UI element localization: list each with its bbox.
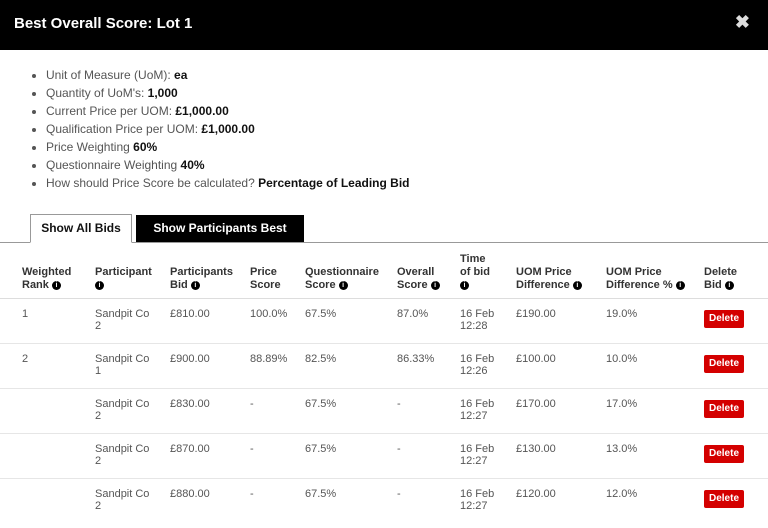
header-uom-price-difference-pct: UOM Price Difference % i — [606, 253, 704, 299]
table-row: 2 Sandpit Co 1 £900.00 88.89% 82.5% 86.33% 16 F… — [0, 343, 768, 389]
bid-cell: £810.00 — [170, 298, 250, 344]
info-qualification-price: Qualification Price per UOM: £1,000.00 — [46, 120, 768, 138]
bid-cell: £900.00 — [170, 343, 250, 389]
info-icon[interactable]: i — [51, 280, 61, 290]
overall-score-cell: - — [397, 478, 460, 523]
difference-pct-cell: 10.0% — [606, 343, 704, 389]
info-icon[interactable]: i — [190, 280, 200, 290]
price-score-cell: 88.89% — [250, 343, 305, 389]
table-row: Sandpit Co 2 £880.00-67.5% -16 Feb 12:27 £120… — [0, 478, 768, 523]
header-weighted-rank: Weighted Rank i — [0, 253, 95, 299]
delete-cell: Delete — [704, 433, 768, 479]
overall-score-cell: 87.0% — [397, 298, 460, 344]
info-current-price: Current Price per UOM: £1,000.00 — [46, 102, 768, 120]
bid-cell: £880.00 — [170, 478, 250, 523]
info-icon[interactable]: i — [430, 280, 440, 290]
header-delete-bid: Delete Bid i — [704, 253, 768, 299]
delete-button[interactable]: Delete — [704, 355, 745, 373]
info-icon[interactable]: i — [338, 280, 348, 290]
info-icon[interactable]: i — [460, 280, 469, 290]
participant-cell: Sandpit Co 2 — [95, 298, 170, 344]
delete-button[interactable]: Delete — [704, 310, 745, 328]
header-questionnaire-score: Questionnaire Score i — [305, 253, 397, 299]
table-row: 1 Sandpit Co 2 £810.00 100.0% 67.5% 87.0% 16 Fe… — [0, 298, 768, 344]
questionnaire-score-cell: 67.5% — [305, 388, 397, 434]
info-icon[interactable]: i — [675, 280, 685, 290]
delete-cell: Delete — [704, 343, 768, 389]
modal-title: Best Overall Score: Lot 1 — [14, 15, 193, 32]
tab-show-all-bids[interactable]: Show All Bids — [30, 214, 132, 243]
price-score-cell: 100.0% — [250, 298, 305, 344]
difference-pct-cell: 13.0% — [606, 433, 704, 479]
price-score-cell: - — [250, 433, 305, 479]
difference-cell: £190.00 — [516, 298, 606, 344]
participant-cell: Sandpit Co 2 — [95, 478, 170, 523]
delete-cell: Delete — [704, 298, 768, 344]
header-time-of-bid: Time of bid i — [460, 253, 516, 299]
rank-cell: 1 — [0, 298, 95, 344]
time-cell: 16 Feb 12:28 — [460, 298, 516, 344]
rank-cell — [0, 388, 95, 434]
delete-cell: Delete — [704, 478, 768, 523]
price-score-cell: - — [250, 388, 305, 434]
header-uom-price-difference: UOM Price Difference i — [516, 253, 606, 299]
time-cell: 16 Feb 12:27 — [460, 388, 516, 434]
info-price-score-method: How should Price Score be calculated? Pe… — [46, 174, 768, 192]
bid-cell: £830.00 — [170, 388, 250, 434]
delete-button[interactable]: Delete — [704, 445, 745, 463]
rank-cell — [0, 478, 95, 523]
bid-cell: £870.00 — [170, 433, 250, 479]
info-uom: Unit of Measure (UoM): ea — [46, 66, 768, 84]
time-cell: 16 Feb 12:27 — [460, 433, 516, 479]
bids-table: Weighted Rank i Participant i Participants Bi… — [0, 253, 768, 523]
rank-cell — [0, 433, 95, 479]
difference-pct-cell: 17.0% — [606, 388, 704, 434]
price-score-cell: - — [250, 478, 305, 523]
header-participant: Participant i — [95, 253, 170, 299]
table-row: Sandpit Co 2 £870.00-67.5% -16 Feb 12:27 £130… — [0, 433, 768, 479]
info-icon[interactable]: i — [724, 280, 734, 290]
info-quantity: Quantity of UoM's: 1,000 — [46, 84, 768, 102]
participant-cell: Sandpit Co 1 — [95, 343, 170, 389]
questionnaire-score-cell: 67.5% — [305, 433, 397, 479]
table-row: Sandpit Co 2 £830.00-67.5% -16 Feb 12:27 £170… — [0, 388, 768, 434]
header-overall-score: Overall Score i — [397, 253, 460, 299]
table-header-row: Weighted Rank i Participant i Participants Bi… — [0, 253, 768, 299]
questionnaire-score-cell: 82.5% — [305, 343, 397, 389]
overall-score-cell: - — [397, 388, 460, 434]
overall-score-cell: - — [397, 433, 460, 479]
header-price-score: Price Score — [250, 253, 305, 299]
bid-tabs: Show All Bids Show Participants Best Bid… — [0, 211, 768, 262]
difference-pct-cell: 12.0% — [606, 478, 704, 523]
info-questionnaire-weighting: Questionnaire Weighting 40% — [46, 156, 768, 174]
table-body: 1 Sandpit Co 2 £810.00 100.0% 67.5% 87.0% 16 Fe… — [0, 298, 768, 523]
info-icon[interactable]: i — [95, 280, 104, 290]
tab-show-participants-best-bids[interactable]: Show Participants Best Bids — [136, 215, 304, 262]
time-cell: 16 Feb 12:26 — [460, 343, 516, 389]
overall-score-cell: 86.33% — [397, 343, 460, 389]
rank-cell: 2 — [0, 343, 95, 389]
info-icon[interactable]: i — [572, 280, 582, 290]
participant-cell: Sandpit Co 2 — [95, 388, 170, 434]
difference-cell: £120.00 — [516, 478, 606, 523]
close-icon[interactable]: ✖ — [735, 12, 750, 33]
delete-cell: Delete — [704, 388, 768, 434]
lot-info-list: Unit of Measure (UoM): ea Quantity of Uo… — [0, 50, 768, 192]
modal-header: Best Overall Score: Lot 1 ✖ — [0, 0, 768, 50]
delete-button[interactable]: Delete — [704, 400, 745, 418]
difference-pct-cell: 19.0% — [606, 298, 704, 344]
info-price-weighting: Price Weighting 60% — [46, 138, 768, 156]
questionnaire-score-cell: 67.5% — [305, 478, 397, 523]
header-participants-bid: Participants Bid i — [170, 253, 250, 299]
time-cell: 16 Feb 12:27 — [460, 478, 516, 523]
participant-cell: Sandpit Co 2 — [95, 433, 170, 479]
difference-cell: £100.00 — [516, 343, 606, 389]
difference-cell: £130.00 — [516, 433, 606, 479]
questionnaire-score-cell: 67.5% — [305, 298, 397, 344]
difference-cell: £170.00 — [516, 388, 606, 434]
delete-button[interactable]: Delete — [704, 490, 745, 508]
